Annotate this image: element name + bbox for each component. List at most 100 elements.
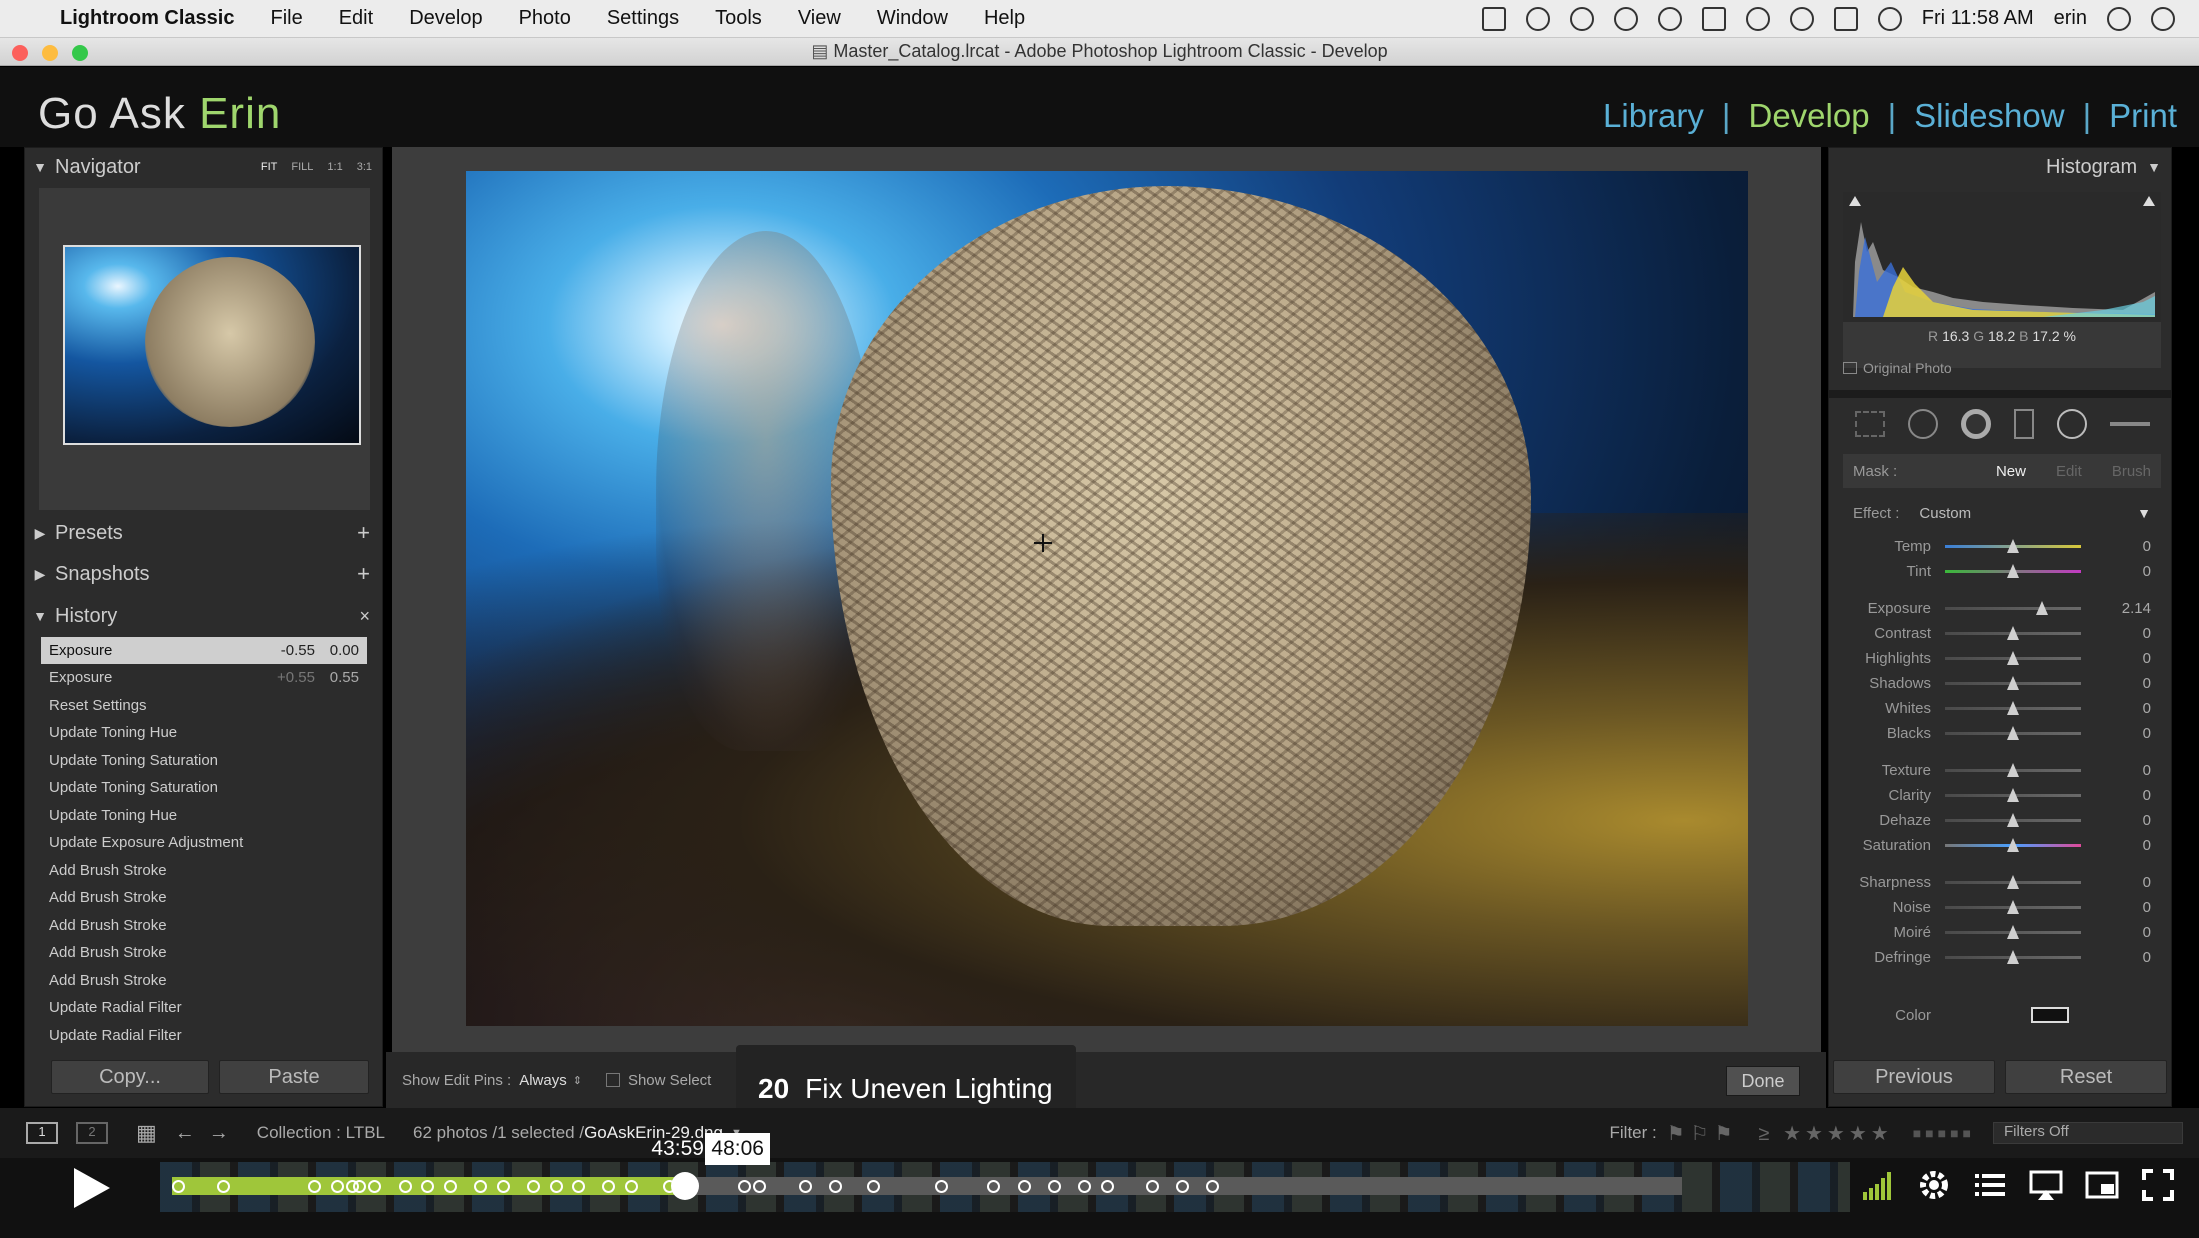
menu-settings[interactable]: Settings (607, 7, 679, 30)
module-print[interactable]: Print (2109, 97, 2177, 135)
mask-edit-button[interactable]: Edit (2056, 463, 2082, 480)
menu-window[interactable]: Window (877, 7, 948, 30)
slider-thumb[interactable] (2007, 651, 2019, 665)
slider-thumb[interactable] (2007, 726, 2019, 740)
show-selected-mask-checkbox[interactable] (605, 1073, 620, 1087)
clear-history-icon[interactable]: × (359, 606, 382, 627)
slider-thumb[interactable] (2007, 900, 2019, 914)
slider-value[interactable]: 0 (2101, 837, 2161, 854)
spotlight-search-icon[interactable] (2107, 6, 2131, 31)
zoom-1-1[interactable]: 1:1 (327, 161, 342, 173)
slider-thumb[interactable] (2036, 601, 2048, 615)
chapter-marker[interactable] (1145, 1180, 1159, 1193)
fullscreen-window-button[interactable] (72, 45, 88, 61)
status-app-icon[interactable] (1525, 6, 1550, 31)
chapter-marker[interactable] (1176, 1180, 1190, 1193)
menu-photo[interactable]: Photo (519, 7, 571, 30)
minimize-window-button[interactable] (42, 45, 58, 61)
slider-track[interactable] (1945, 701, 2081, 715)
chapter-marker[interactable] (1017, 1180, 1031, 1193)
chapter-marker[interactable] (172, 1180, 185, 1193)
slider-thumb[interactable] (2007, 763, 2019, 777)
history-item[interactable]: Update Exposure Adjustment (41, 829, 367, 856)
slider-thumb[interactable] (2007, 564, 2019, 578)
module-slideshow[interactable]: Slideshow (1914, 97, 2064, 135)
menu-edit[interactable]: Edit (339, 7, 373, 30)
slider-thumb[interactable] (2007, 701, 2019, 715)
chapter-marker[interactable] (307, 1180, 321, 1193)
picture-in-picture-icon[interactable] (2085, 1168, 2119, 1202)
reset-button[interactable]: Reset (2005, 1060, 2167, 1094)
slider-value[interactable]: 0 (2101, 725, 2161, 742)
chapter-marker[interactable] (987, 1180, 1001, 1193)
fullscreen-icon[interactable] (2141, 1168, 2175, 1202)
slider-thumb[interactable] (2007, 875, 2019, 889)
slider-thumb[interactable] (2007, 813, 2019, 827)
slider-value[interactable]: 0 (2101, 924, 2161, 941)
slider-track[interactable] (1945, 875, 2081, 889)
slider-thumb[interactable] (2007, 539, 2019, 553)
slider-track[interactable] (1945, 925, 2081, 939)
slider-track[interactable] (1945, 788, 2081, 802)
history-item[interactable]: Update Toning Saturation (41, 774, 367, 801)
history-item[interactable]: Exposure +0.55 0.55 (41, 664, 367, 691)
history-item[interactable]: Update Toning Hue (41, 719, 367, 746)
navigator-preview[interactable] (63, 245, 361, 445)
chapter-marker[interactable] (1206, 1180, 1220, 1193)
history-item[interactable]: Update Radial Filter (41, 1022, 367, 1049)
screen-capture-icon[interactable] (1701, 6, 1726, 31)
history-item[interactable]: Add Brush Stroke (41, 967, 367, 994)
slider-value[interactable]: 0 (2101, 625, 2161, 642)
snapshots-header[interactable]: ▶ Snapshots + (25, 555, 382, 593)
quality-icon[interactable] (1861, 1168, 1895, 1202)
progress-track[interactable]: 43:59 48:06 (172, 1133, 1682, 1200)
spot-removal-icon[interactable] (1907, 409, 1938, 439)
forward-arrow-icon[interactable]: → (209, 1122, 229, 1145)
wifi-icon[interactable] (1789, 6, 1814, 31)
add-preset-icon[interactable]: + (357, 520, 382, 546)
slider-thumb[interactable] (2007, 925, 2019, 939)
slider-track[interactable] (1945, 900, 2081, 914)
menu-view[interactable]: View (798, 7, 841, 30)
history-item[interactable]: Update Toning Hue (41, 802, 367, 829)
slider-track[interactable] (1945, 838, 2081, 852)
slider-track[interactable] (1945, 626, 2081, 640)
slider-value[interactable]: 0 (2101, 874, 2161, 891)
chapter-marker[interactable] (828, 1180, 842, 1193)
mask-new-button[interactable]: New (1996, 463, 2026, 480)
history-item[interactable]: Add Brush Stroke (41, 884, 367, 911)
slider-track[interactable] (1945, 950, 2081, 964)
navigator-header[interactable]: ▼ Navigator FIT FILL 1:1 3:1 (25, 148, 382, 186)
primary-display-icon[interactable]: 1 (26, 1122, 58, 1144)
slider-value[interactable]: 0 (2101, 650, 2161, 667)
adjustment-brush-icon[interactable] (2109, 422, 2150, 426)
slider-track[interactable] (1945, 726, 2081, 740)
chapter-marker[interactable] (496, 1180, 510, 1193)
slider-thumb[interactable] (2007, 838, 2019, 852)
slider-value[interactable]: 0 (2101, 762, 2161, 779)
slider-value[interactable]: 2.14 (2101, 600, 2161, 617)
chapter-marker[interactable] (753, 1180, 767, 1193)
module-library[interactable]: Library (1603, 97, 1704, 135)
history-item[interactable]: Add Brush Stroke (41, 857, 367, 884)
history-item[interactable]: Add Brush Stroke (41, 912, 367, 939)
menu-user[interactable]: erin (2054, 7, 2087, 30)
collection-source[interactable]: Collection : LTBL (257, 1123, 385, 1143)
slider-thumb[interactable] (2007, 626, 2019, 640)
chapter-marker[interactable] (1047, 1180, 1061, 1193)
slider-value[interactable]: 0 (2101, 675, 2161, 692)
menu-file[interactable]: File (270, 7, 302, 30)
close-window-button[interactable] (12, 45, 28, 61)
chapter-marker[interactable] (549, 1180, 563, 1193)
effect-select[interactable]: Custom (1919, 505, 1971, 522)
chapter-marker[interactable] (1078, 1180, 1091, 1193)
filters-off-select[interactable]: Filters Off (1993, 1122, 2183, 1144)
color-label-filter[interactable]: ■■■■■ (1913, 1125, 1975, 1141)
slider-track[interactable] (1945, 651, 2081, 665)
main-photo[interactable] (466, 171, 1748, 1026)
slider-thumb[interactable] (2007, 950, 2019, 964)
show-edit-pins-select[interactable]: Always (519, 1072, 567, 1089)
history-item[interactable]: Reset Settings (41, 692, 367, 719)
slider-value[interactable]: 0 (2101, 700, 2161, 717)
chapter-marker[interactable] (526, 1180, 540, 1193)
